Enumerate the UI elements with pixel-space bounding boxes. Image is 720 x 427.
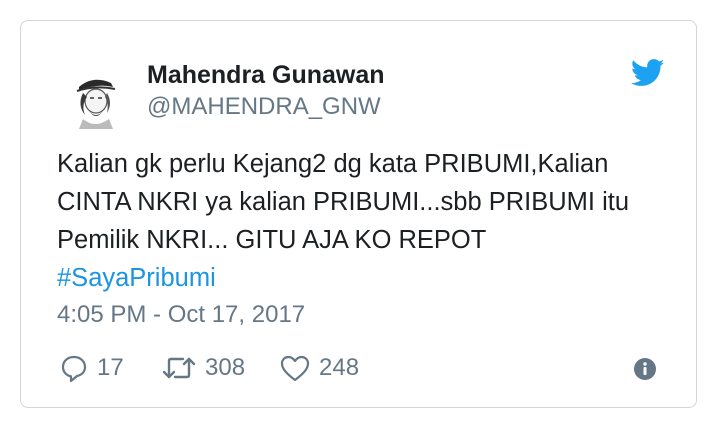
heart-icon xyxy=(280,355,310,382)
avatar-illustration xyxy=(76,79,116,129)
tweet-timestamp[interactable]: 4:05 PM - Oct 17, 2017 xyxy=(57,301,305,329)
author-handle[interactable]: @MAHENDRA_GNW xyxy=(147,93,381,121)
hashtag-link[interactable]: #SayaPribumi xyxy=(57,259,677,297)
reply-icon xyxy=(61,355,87,383)
like-count: 248 xyxy=(319,354,360,381)
retweet-icon xyxy=(162,357,196,379)
tweet-card[interactable]: Mahendra Gunawan @MAHENDRA_GNW Kalian gk… xyxy=(20,20,697,408)
reply-button[interactable]: 17 xyxy=(59,351,124,385)
avatar[interactable] xyxy=(63,69,127,133)
reply-count: 17 xyxy=(97,354,124,381)
author-name[interactable]: Mahendra Gunawan xyxy=(147,61,385,90)
twitter-bird-icon[interactable] xyxy=(630,59,665,87)
retweet-button[interactable]: 308 xyxy=(161,351,245,385)
info-icon[interactable] xyxy=(633,357,657,381)
retweet-count: 308 xyxy=(205,354,246,381)
tweet-text-line: CINTA NKRI ya kalian PRIBUMI...sbb PRIBU… xyxy=(57,188,630,216)
tweet-text-line: Pemilik NKRI... GITU AJA KO REPOT xyxy=(57,226,487,254)
tweet-text-line: Kalian gk perlu Kejang2 dg kata PRIBUMI,… xyxy=(57,150,609,178)
tweet-text: Kalian gk perlu Kejang2 dg kata PRIBUMI,… xyxy=(57,145,677,297)
like-button[interactable]: 248 xyxy=(279,351,359,385)
